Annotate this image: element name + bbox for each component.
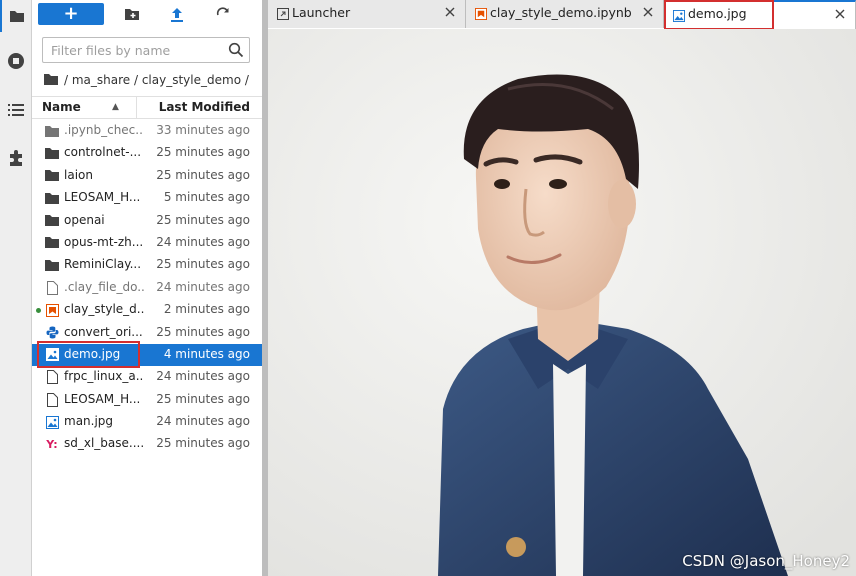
- folder-icon: [45, 214, 59, 228]
- file-icon: [45, 370, 59, 385]
- search-box: [42, 37, 250, 63]
- list-item[interactable]: ReminiClay... 25 minutes ago: [32, 254, 262, 276]
- launcher-icon: [276, 7, 289, 20]
- main-area: Launcher clay_style_demo.ipynb demo.jpg: [268, 0, 856, 576]
- search-input[interactable]: [51, 42, 221, 59]
- new-folder-icon[interactable]: [120, 3, 144, 25]
- file-browser-panel: + / ma_share / clay_style_demo / Name ▲ …: [32, 0, 262, 576]
- tab-launcher[interactable]: Launcher: [268, 0, 466, 28]
- folder-icon: [45, 191, 59, 205]
- folder-icon: [45, 258, 59, 272]
- tab-notebook[interactable]: clay_style_demo.ipynb: [466, 0, 664, 28]
- last-modified-column-header[interactable]: Last Modified: [136, 97, 262, 118]
- notebook-icon: [45, 303, 59, 317]
- list-item[interactable]: clay_style_d... 2 minutes ago: [32, 299, 262, 321]
- file-list-header: Name ▲ Last Modified: [32, 96, 262, 119]
- list-item[interactable]: LEOSAM_H... 5 minutes ago: [32, 187, 262, 209]
- sort-ascending-icon: ▲: [112, 102, 119, 112]
- list-item[interactable]: openai 25 minutes ago: [32, 210, 262, 232]
- activity-bar: [0, 0, 32, 576]
- file-icon: [45, 280, 59, 295]
- list-item[interactable]: LEOSAM_H... 25 minutes ago: [32, 389, 262, 411]
- close-icon[interactable]: [443, 5, 457, 19]
- refresh-icon[interactable]: [211, 3, 235, 25]
- folder-icon: [45, 169, 59, 183]
- list-item[interactable]: opus-mt-zh... 24 minutes ago: [32, 232, 262, 254]
- name-column-header[interactable]: Name: [32, 97, 136, 118]
- upload-icon[interactable]: [165, 3, 189, 25]
- python-icon: [45, 326, 59, 340]
- search-icon[interactable]: [228, 42, 244, 58]
- file-list: .ipynb_chec... 33 minutes ago controlnet…: [32, 120, 262, 456]
- clay-figure-image: [268, 29, 856, 576]
- folder-icon: [45, 236, 59, 250]
- yaml-icon: Y:: [46, 437, 58, 451]
- file-browser-icon[interactable]: [0, 0, 32, 32]
- home-folder-icon[interactable]: [44, 73, 58, 88]
- list-item[interactable]: laion 25 minutes ago: [32, 165, 262, 187]
- table-of-contents-icon[interactable]: [0, 94, 32, 126]
- tab-bar: Launcher clay_style_demo.ipynb demo.jpg: [268, 0, 856, 30]
- file-icon: [45, 392, 59, 407]
- annotation-highlight-file: [37, 341, 140, 368]
- watermark-text: CSDN @Jason_Honey2: [682, 552, 850, 570]
- notebook-icon: [474, 7, 487, 20]
- list-item[interactable]: .clay_file_do... 24 minutes ago: [32, 277, 262, 299]
- breadcrumb-path[interactable]: / ma_share / clay_style_demo /: [64, 73, 249, 87]
- list-item[interactable]: Y: sd_xl_base.... 25 minutes ago: [32, 433, 262, 455]
- image-viewer: CSDN @Jason_Honey2: [268, 29, 856, 576]
- new-launcher-button[interactable]: +: [38, 3, 104, 25]
- close-icon[interactable]: [641, 5, 655, 19]
- folder-icon: [45, 124, 59, 138]
- annotation-highlight-tab: [664, 0, 774, 30]
- breadcrumb: / ma_share / clay_style_demo /: [44, 71, 249, 89]
- list-item[interactable]: frpc_linux_a... 24 minutes ago: [32, 366, 262, 388]
- running-sessions-icon[interactable]: [0, 45, 32, 77]
- file-browser-toolbar: +: [32, 0, 262, 30]
- running-indicator: [36, 308, 41, 314]
- close-icon[interactable]: [833, 7, 847, 21]
- list-item[interactable]: .ipynb_chec... 33 minutes ago: [32, 120, 262, 142]
- list-item[interactable]: controlnet-... 25 minutes ago: [32, 142, 262, 164]
- image-icon: [45, 415, 59, 429]
- list-item[interactable]: man.jpg 24 minutes ago: [32, 411, 262, 433]
- extension-manager-icon[interactable]: [0, 142, 32, 174]
- folder-icon: [45, 146, 59, 160]
